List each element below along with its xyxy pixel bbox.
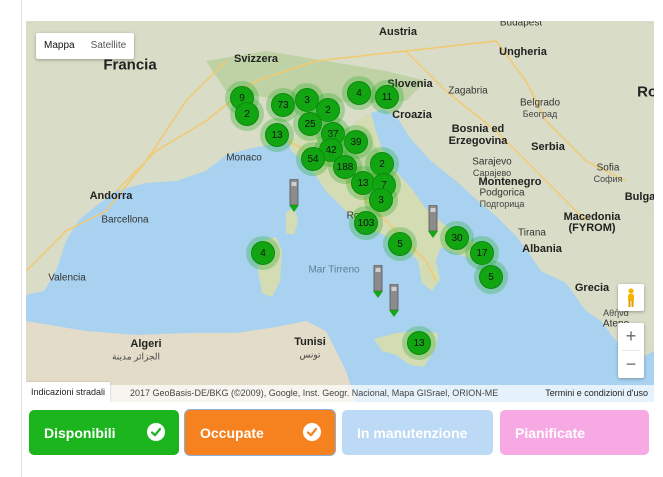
- map-copyright: 2017 GeoBasis-DE/BKG (©2009), Google, In…: [130, 388, 499, 398]
- map-place-label: София: [593, 174, 623, 184]
- station-marker-icon[interactable]: [427, 204, 439, 244]
- map-place-label: Bosnia ed: [451, 123, 505, 135]
- marker-cluster[interactable]: 11: [370, 80, 404, 114]
- map-place-label: Roma: [637, 83, 654, 101]
- zoom-out-button[interactable]: −: [618, 351, 644, 378]
- filter-button-in-manutenzione[interactable]: In manutenzione: [342, 410, 493, 455]
- filter-button-label: Occupate: [200, 424, 264, 441]
- marker-cluster[interactable]: 103: [349, 206, 383, 240]
- map-place-label: Sofia: [596, 162, 620, 174]
- map-place-label: Ungheria: [499, 46, 547, 58]
- map-place-label: Budapest: [499, 21, 543, 29]
- filter-button-label: Pianificate: [515, 424, 586, 441]
- map-place-label: Barcellona: [101, 214, 149, 226]
- map-place-label: Tunisi: [294, 336, 326, 348]
- map-place-label: Albania: [522, 243, 562, 255]
- check-circle-icon: [303, 423, 321, 441]
- marker-cluster-count: 13: [265, 123, 289, 147]
- marker-cluster-count: 4: [347, 81, 371, 105]
- map-place-label: Сарајево: [472, 168, 512, 178]
- map-place-label: Svizzera: [233, 53, 279, 65]
- marker-cluster-count: 5: [388, 232, 412, 256]
- marker-cluster[interactable]: 2: [230, 97, 264, 131]
- map-place-label: Mar Tirreno: [308, 264, 360, 276]
- filter-button-pianificate[interactable]: Pianificate: [500, 410, 649, 455]
- road-directions-link[interactable]: Indicazioni stradali: [26, 382, 111, 402]
- marker-cluster-count: 5: [479, 265, 503, 289]
- map-place-label: (FYROM): [568, 222, 616, 234]
- filter-button-disponibili[interactable]: Disponibili: [29, 410, 179, 455]
- map-attribution: Indicazioni stradali 2017 GeoBasis-DE/BK…: [26, 382, 654, 402]
- map-place-label: Grecia: [574, 282, 610, 294]
- zoom-in-button[interactable]: +: [618, 323, 644, 350]
- marker-cluster-count: 4: [251, 241, 275, 265]
- marker-cluster[interactable]: 4: [246, 236, 280, 270]
- map-place-label: Austria: [379, 26, 417, 38]
- map-type-mappa-button[interactable]: Mappa: [36, 33, 83, 59]
- map-place-label: Serbia: [531, 141, 565, 153]
- filter-button-label: In manutenzione: [357, 424, 468, 441]
- map-type-control: Mappa Satellite: [36, 33, 135, 59]
- map-place-label: Bulga: [624, 191, 654, 203]
- map-place-label: Erzegovina: [448, 135, 508, 147]
- filter-button-occupate[interactable]: Occupate: [185, 410, 335, 455]
- map-place-label: Tirana: [518, 227, 546, 239]
- marker-cluster-count: 11: [375, 85, 399, 109]
- street-view-pegman-icon[interactable]: [618, 284, 644, 311]
- map-place-label: Francia: [103, 56, 157, 74]
- map-place-label: Београд: [522, 109, 558, 119]
- map-place-label: Valencia: [48, 272, 86, 284]
- marker-cluster[interactable]: 54: [296, 142, 330, 176]
- marker-cluster-count: 103: [354, 211, 378, 235]
- page-divider: [21, 0, 22, 477]
- map-place-label: Подгорица: [479, 199, 525, 209]
- marker-cluster-count: 54: [301, 147, 325, 171]
- map-place-label: Podgorica: [479, 187, 525, 199]
- map-place-label: تونس: [299, 349, 321, 360]
- marker-cluster-count: 2: [235, 102, 259, 126]
- map-terrain: [26, 21, 654, 402]
- terms-link[interactable]: Termini e condizioni d'uso: [545, 385, 648, 402]
- station-marker-icon[interactable]: [372, 264, 384, 304]
- map-place-label: Zagabria: [448, 85, 488, 97]
- marker-cluster[interactable]: 13: [260, 118, 294, 152]
- station-marker-icon[interactable]: [288, 178, 300, 218]
- map-place-label: الجزائر مدينة: [111, 351, 161, 362]
- check-circle-icon: [147, 423, 165, 441]
- station-marker-icon[interactable]: [388, 283, 400, 323]
- map-canvas[interactable]: Francia Svizzera Austria Budapest Ungheria Ro…: [26, 21, 654, 402]
- zoom-control: + −: [618, 323, 644, 378]
- marker-cluster[interactable]: 5: [383, 227, 417, 261]
- map-place-label: Algeri: [130, 338, 162, 350]
- map-place-label: Sarajevo: [472, 156, 512, 168]
- map-place-label: Andorra: [89, 190, 133, 202]
- marker-cluster[interactable]: 5: [474, 260, 508, 294]
- marker-cluster-count: 13: [407, 331, 431, 355]
- marker-cluster[interactable]: 13: [402, 326, 436, 360]
- map-place-label: Monaco: [226, 152, 262, 164]
- filter-button-label: Disponibili: [44, 424, 116, 441]
- map-type-satellite-button[interactable]: Satellite: [83, 33, 135, 59]
- map-place-label: Belgrado: [519, 97, 561, 109]
- map-place-label: Croazia: [392, 109, 432, 121]
